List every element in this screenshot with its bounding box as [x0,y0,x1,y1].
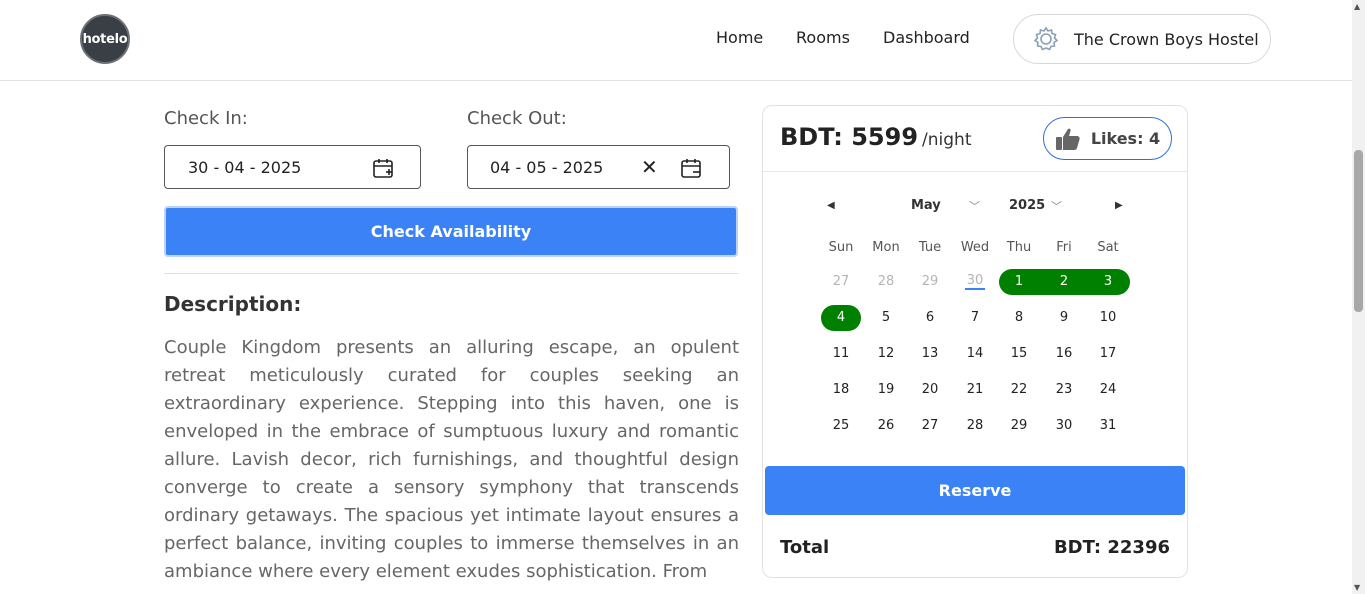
price-per-night: BDT: 5599/night [780,123,972,151]
calendar-day[interactable]: 27 [910,414,950,438]
calendar-day[interactable]: 23 [1044,378,1084,402]
calendar-day[interactable]: 28 [955,414,995,438]
year-chevron-down-icon[interactable]: ﹀ [1051,198,1062,214]
weekday-thu: Thu [1006,240,1032,255]
calendar-day[interactable]: 26 [866,414,906,438]
description-text: Couple Kingdom presents an alluring esca… [164,337,739,582]
month-select[interactable]: May [911,198,941,213]
check-in-field[interactable]: 30 - 04 - 2025 [164,145,421,189]
prev-month-icon[interactable]: ◀ [827,200,835,211]
check-out-value: 04 - 05 - 2025 [490,158,604,177]
booking-card: BDT: 5599/night Likes: 4 ◀ May ﹀ 2025 ﹀ … [762,105,1188,578]
weekday-tue: Tue [918,240,942,255]
month-chevron-down-icon[interactable]: ﹀ [969,198,980,214]
scroll-down-icon[interactable]: ▼ [1354,583,1360,592]
calendar-day-selected[interactable]: 2 [1044,270,1084,294]
hostel-gear-icon [1033,26,1059,51]
thumbs-up-icon [1055,128,1080,150]
likes-count: Likes: 4 [1090,129,1161,148]
check-availability-button[interactable]: Check Availability [164,206,738,257]
calendar-day[interactable]: 8 [999,306,1039,330]
calendar-day[interactable]: 7 [955,306,995,330]
calendar-day[interactable]: 15 [999,342,1039,366]
calendar-day[interactable]: 12 [866,342,906,366]
calendar-day[interactable]: 31 [1088,414,1128,438]
calendar-day[interactable]: 24 [1088,378,1128,402]
clear-date-icon[interactable]: ✕ [641,155,658,179]
check-out-label: Check Out: [467,108,567,129]
weekday-sat: Sat [1097,240,1119,255]
total-value: BDT: 22396 [1053,537,1170,558]
year-select[interactable]: 2025 [1009,198,1045,213]
calendar-day[interactable]: 28 [866,270,906,294]
calendar-day[interactable]: 18 [821,378,861,402]
price-unit: /night [922,130,972,150]
calendar-day[interactable]: 22 [999,378,1039,402]
hostel-profile-button[interactable]: The Crown Boys Hostel [1013,14,1271,64]
nav-rooms[interactable]: Rooms [796,28,850,47]
card-divider [763,171,1187,172]
calendar-day[interactable]: 27 [821,270,861,294]
hotelo-logo[interactable]: hotelo [80,14,130,64]
price-value: BDT: 5599 [780,123,919,151]
hostel-name: The Crown Boys Hostel [1074,29,1259,49]
calendar-day[interactable]: 30 [1044,414,1084,438]
weekday-wed: Wed [960,240,990,255]
nav-home[interactable]: Home [716,28,763,47]
calendar-minus-icon[interactable] [680,157,702,179]
scrollbar-thumb[interactable] [1354,150,1363,312]
calendar-day[interactable]: 29 [910,270,950,294]
check-in-value: 30 - 04 - 2025 [188,158,302,177]
scroll-up-icon[interactable]: ▲ [1354,2,1360,11]
calendar-day[interactable]: 10 [1088,306,1128,330]
calendar-day[interactable]: 25 [821,414,861,438]
calendar-day-selected[interactable]: 1 [999,270,1039,294]
calendar-day[interactable]: 5 [866,306,906,330]
calendar-day[interactable]: 29 [999,414,1039,438]
calendar-day[interactable]: 19 [866,378,906,402]
next-month-icon[interactable]: ▶ [1115,200,1123,211]
calendar-plus-icon[interactable] [372,157,394,179]
calendar-day[interactable]: 6 [910,306,950,330]
calendar-day[interactable]: 11 [821,342,861,366]
total-label: Total [780,537,830,558]
check-in-label: Check In: [164,108,248,129]
calendar-day-today[interactable]: 30 [965,270,985,290]
calendar-day[interactable]: 17 [1088,342,1128,366]
reserve-button[interactable]: Reserve [765,466,1185,515]
weekday-sun: Sun [828,240,854,255]
check-out-field[interactable]: 04 - 05 - 2025 ✕ [467,145,730,189]
calendar-day[interactable]: 21 [955,378,995,402]
calendar-day[interactable]: 20 [910,378,950,402]
calendar-day[interactable]: 14 [955,342,995,366]
nav-dashboard[interactable]: Dashboard [883,28,970,47]
section-divider [164,273,739,274]
weekday-fri: Fri [1056,240,1072,255]
calendar-day-selected[interactable]: 4 [821,306,861,330]
calendar-day-selected[interactable]: 3 [1088,270,1128,294]
calendar-day[interactable]: 13 [910,342,950,366]
weekday-mon: Mon [872,240,900,255]
likes-button[interactable]: Likes: 4 [1043,117,1172,160]
description-title: Description: [164,292,302,316]
top-header: hotelo Home Rooms Dashboard The Crown Bo… [0,0,1352,81]
calendar-day[interactable]: 16 [1044,342,1084,366]
calendar-day[interactable]: 9 [1044,306,1084,330]
